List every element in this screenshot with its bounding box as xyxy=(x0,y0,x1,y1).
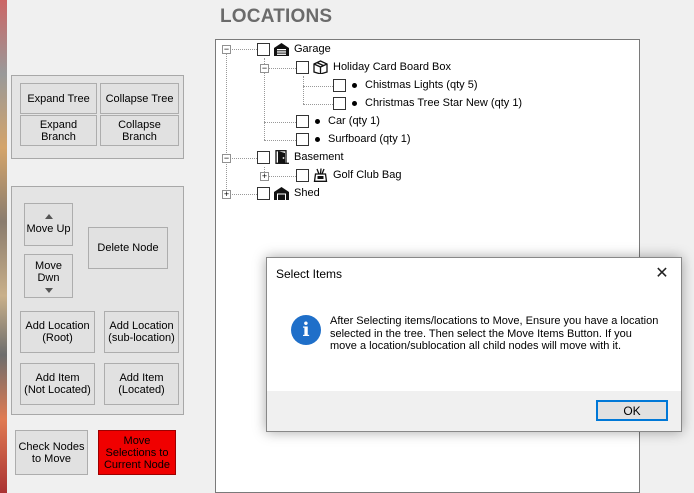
delete-node-button[interactable]: Delete Node xyxy=(88,227,168,269)
add-item-located-label: Add Item (Located) xyxy=(118,372,165,396)
bullet-icon xyxy=(352,100,357,106)
shed-icon xyxy=(274,186,289,200)
tree-line xyxy=(303,76,304,104)
tree-line xyxy=(303,104,337,105)
tree-node-golf-bag[interactable]: Golf Club Bag xyxy=(296,167,401,183)
collapse-expander[interactable]: − xyxy=(222,154,231,163)
expand-branch-label: Expand Branch xyxy=(39,118,78,143)
node-checkbox[interactable] xyxy=(296,168,309,182)
bullet-icon xyxy=(352,82,357,88)
expand-expander[interactable]: + xyxy=(222,190,231,199)
tree-node-holiday-box[interactable]: Holiday Card Board Box xyxy=(296,59,451,75)
bullet-icon xyxy=(315,118,320,124)
up-arrow-icon xyxy=(44,214,53,219)
node-label: Surfboard (qty 1) xyxy=(328,133,411,145)
node-checkbox[interactable] xyxy=(257,42,270,56)
page-title: LOCATIONS xyxy=(220,6,333,27)
expand-branch-button[interactable]: Expand Branch xyxy=(20,115,97,146)
tree-node-basement[interactable]: Basement xyxy=(257,149,344,165)
check-nodes-label: Check Nodes to Move xyxy=(18,440,85,465)
node-checkbox[interactable] xyxy=(257,150,270,164)
check-nodes-button[interactable]: Check Nodes to Move xyxy=(15,430,88,475)
add-location-root-button[interactable]: Add Location (Root) xyxy=(20,311,95,353)
background-image-strip xyxy=(0,0,7,493)
node-label: Garage xyxy=(294,43,331,55)
collapse-expander[interactable]: − xyxy=(222,45,231,54)
node-label: Car (qty 1) xyxy=(328,115,380,127)
node-label: Chistmas Lights (qty 5) xyxy=(365,79,478,91)
tree-line xyxy=(264,122,298,123)
node-label: Shed xyxy=(294,187,320,199)
node-checkbox[interactable] xyxy=(296,132,309,146)
collapse-tree-button[interactable]: Collapse Tree xyxy=(100,83,179,114)
node-label: Golf Club Bag xyxy=(333,169,402,181)
tree-node-garage[interactable]: Garage xyxy=(257,41,331,57)
box-icon xyxy=(313,60,328,74)
add-location-root-label: Add Location (Root) xyxy=(25,320,90,344)
select-items-dialog: Select Items ✕ i After Selecting items/l… xyxy=(266,257,682,432)
down-arrow-icon xyxy=(44,287,53,293)
move-selections-label: Move Selections to Current Node xyxy=(103,434,171,471)
move-down-button[interactable]: Move Dwn xyxy=(24,254,73,298)
tree-node-car[interactable]: Car (qty 1) xyxy=(296,113,380,129)
tree-node-shed[interactable]: Shed xyxy=(257,185,320,201)
node-label: Holiday Card Board Box xyxy=(333,61,452,73)
delete-node-label: Delete Node xyxy=(97,242,159,254)
move-up-label: Move Up xyxy=(26,223,71,235)
bullet-icon xyxy=(315,136,320,142)
add-location-sub-button[interactable]: Add Location (sub-location) xyxy=(104,311,179,353)
expand-expander[interactable]: + xyxy=(260,172,269,181)
tree-line xyxy=(264,68,298,69)
info-icon: i xyxy=(291,315,321,345)
close-icon[interactable]: ✕ xyxy=(649,262,675,284)
dialog-message: After Selecting items/locations to Move,… xyxy=(330,315,659,352)
dialog-footer: OK xyxy=(267,391,681,431)
tree-line xyxy=(303,86,337,87)
expand-tree-button[interactable]: Expand Tree xyxy=(20,83,97,114)
collapse-branch-button[interactable]: Collapse Branch xyxy=(100,115,179,146)
ok-button[interactable]: OK xyxy=(596,400,668,421)
dialog-title: Select Items xyxy=(276,267,343,281)
tree-line xyxy=(226,53,227,195)
golf-bag-icon xyxy=(313,168,328,182)
move-down-label: Move Dwn xyxy=(35,259,62,284)
add-item-located-button[interactable]: Add Item (Located) xyxy=(104,363,179,405)
move-selections-button[interactable]: Move Selections to Current Node xyxy=(98,430,176,475)
tree-node-surfboard[interactable]: Surfboard (qty 1) xyxy=(296,131,411,147)
node-label: Basement xyxy=(294,151,344,163)
tree-line xyxy=(264,176,298,177)
add-location-sub-label: Add Location (sub-location) xyxy=(108,320,175,344)
node-checkbox[interactable] xyxy=(333,78,346,92)
collapse-expander[interactable]: − xyxy=(260,64,269,73)
door-icon xyxy=(274,150,289,164)
tree-line xyxy=(264,140,298,141)
move-up-button[interactable]: Move Up xyxy=(24,203,73,246)
node-checkbox[interactable] xyxy=(257,186,270,200)
node-label: Christmas Tree Star New (qty 1) xyxy=(365,97,523,109)
expand-tree-label: Expand Tree xyxy=(27,92,90,105)
garage-icon xyxy=(274,42,289,56)
add-item-not-located-button[interactable]: Add Item (Not Located) xyxy=(20,363,95,405)
collapse-branch-label: Collapse Branch xyxy=(118,118,161,143)
node-checkbox[interactable] xyxy=(333,96,346,110)
node-checkbox[interactable] xyxy=(296,114,309,128)
collapse-tree-label: Collapse Tree xyxy=(105,92,174,105)
tree-node-tree-star[interactable]: Christmas Tree Star New (qty 1) xyxy=(333,95,522,111)
tree-node-christmas-lights[interactable]: Chistmas Lights (qty 5) xyxy=(333,77,477,93)
node-checkbox[interactable] xyxy=(296,60,309,74)
add-item-not-located-label: Add Item (Not Located) xyxy=(24,372,91,396)
